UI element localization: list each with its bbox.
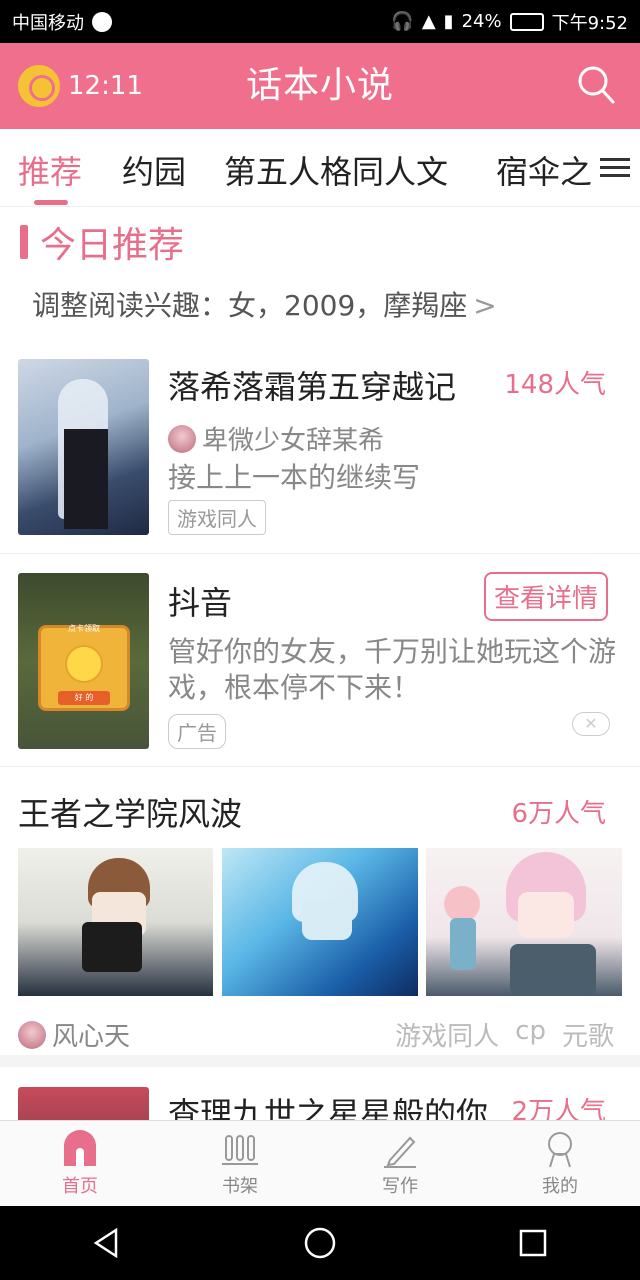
genre-tag: 游戏同人: [168, 500, 266, 535]
ad-cover-caption: 点卡领取: [68, 624, 100, 633]
battery-icon: [509, 12, 544, 31]
app-title: 话本小说: [245, 65, 394, 106]
bookshelf-icon: [222, 1134, 258, 1165]
book-image-1: [18, 848, 213, 996]
nav-home[interactable]: 首页: [0, 1121, 160, 1206]
signal-icon: ▮: [443, 11, 454, 32]
genre-label: cp: [515, 1016, 546, 1046]
ad-cover: 点卡领取 好 的: [18, 573, 149, 749]
ad-desc-line-1: 管好你的女友，千万别让她玩这个游: [168, 635, 617, 668]
book-card[interactable]: 查理九世之星星般的你 2万人气: [0, 1079, 640, 1120]
back-icon[interactable]: [90, 1226, 124, 1260]
headset-icon: 🎧: [391, 11, 414, 32]
tab-indicator: [34, 200, 68, 205]
home-circle-icon[interactable]: [303, 1226, 337, 1260]
section-title-text: 今日推荐: [40, 225, 185, 266]
close-ad-icon[interactable]: ✕: [572, 712, 610, 736]
chevron-right-icon: >: [473, 289, 497, 322]
genre-list: 游戏同人 cp 元歌: [395, 1016, 614, 1053]
section-bar: [20, 225, 28, 259]
system-navigation: [0, 1206, 640, 1280]
book-cover: [18, 1087, 149, 1120]
interest-settings-link[interactable]: 调整阅读兴趣：女，2009，摩羯座 >: [32, 284, 497, 324]
nav-bookshelf-label: 书架: [222, 1175, 258, 1197]
genre-label: 元歌: [561, 1022, 614, 1052]
book-card[interactable]: 落希落霜第五穿越记 148人气 卑微少女辞某希 接上上一本的继续写 游戏同人: [0, 340, 640, 554]
author-row: 风心天: [18, 1016, 130, 1053]
menu-icon[interactable]: [600, 153, 630, 183]
book-image-3: [426, 848, 622, 996]
popularity: 6万人气: [511, 799, 606, 829]
author-avatar: [168, 424, 196, 453]
ad-card[interactable]: 点卡领取 好 的 抖音 查看详情 管好你的女友，千万别让她玩这个游 戏，根本停不…: [0, 554, 640, 767]
nav-bookshelf[interactable]: 书架: [160, 1121, 320, 1206]
ad-desc-line-2: 戏，根本停不下来！: [168, 671, 421, 704]
nav-home-label: 首页: [62, 1175, 98, 1197]
tab-susan[interactable]: 宿伞之: [496, 147, 592, 193]
book-title: 落希落霜第五穿越记: [168, 368, 457, 406]
battery-percent: 24%: [461, 11, 502, 32]
view-details-button[interactable]: 查看详情: [483, 572, 608, 621]
book-cover: [18, 359, 149, 535]
author-row: 卑微少女辞某希: [168, 420, 384, 457]
nav-write[interactable]: 写作: [320, 1121, 480, 1206]
ad-tag: 广告: [168, 714, 226, 749]
book-image-2: [222, 848, 418, 996]
tab-yueyuan[interactable]: 约园: [122, 147, 186, 193]
author-name: 卑微少女辞某希: [202, 426, 385, 456]
recents-icon[interactable]: [516, 1226, 550, 1260]
category-tabs: 推荐 约园 第五人格同人文 宿伞之: [0, 129, 640, 207]
ad-cover-button: 好 的: [58, 691, 110, 705]
tab-recommend[interactable]: 推荐: [18, 147, 82, 193]
clock: 下午9:52: [551, 12, 628, 34]
home-icon: [64, 1129, 96, 1166]
bottom-navigation: 首页 书架 写作 我的: [0, 1120, 640, 1206]
interest-text: 调整阅读兴趣：女，2009，摩羯座: [32, 289, 468, 322]
wifi-icon: ▲: [421, 11, 436, 32]
nav-write-label: 写作: [382, 1175, 418, 1197]
author-avatar: [18, 1020, 46, 1049]
search-icon[interactable]: [576, 63, 616, 107]
author-name: 风心天: [52, 1022, 131, 1052]
status-bar: 中国移动 🎧 ▲ ▮ 24% 下午9:52: [0, 0, 640, 43]
sync-icon: [92, 11, 112, 32]
nav-profile[interactable]: 我的: [480, 1121, 640, 1206]
ad-description: 管好你的女友，千万别让她玩这个游 戏，根本停不下来！: [168, 634, 618, 706]
book-description: 接上上一本的继续写: [168, 461, 421, 494]
genre-label: 游戏同人: [395, 1022, 500, 1052]
popularity: 148人气: [504, 370, 606, 400]
ad-title: 抖音: [168, 584, 233, 622]
nav-profile-label: 我的: [542, 1175, 578, 1197]
popularity: 2万人气: [511, 1097, 606, 1120]
app-header: 12:11 话本小说: [0, 43, 640, 129]
tab-identity-v[interactable]: 第五人格同人文: [224, 147, 448, 193]
profile-icon: [548, 1131, 572, 1167]
book-title: 查理九世之星星般的你: [168, 1095, 489, 1120]
pencil-icon: [384, 1136, 416, 1168]
carrier-label: 中国移动: [12, 12, 84, 34]
book-title: 王者之学院风波: [18, 795, 243, 833]
section-title: 今日推荐: [20, 220, 184, 266]
